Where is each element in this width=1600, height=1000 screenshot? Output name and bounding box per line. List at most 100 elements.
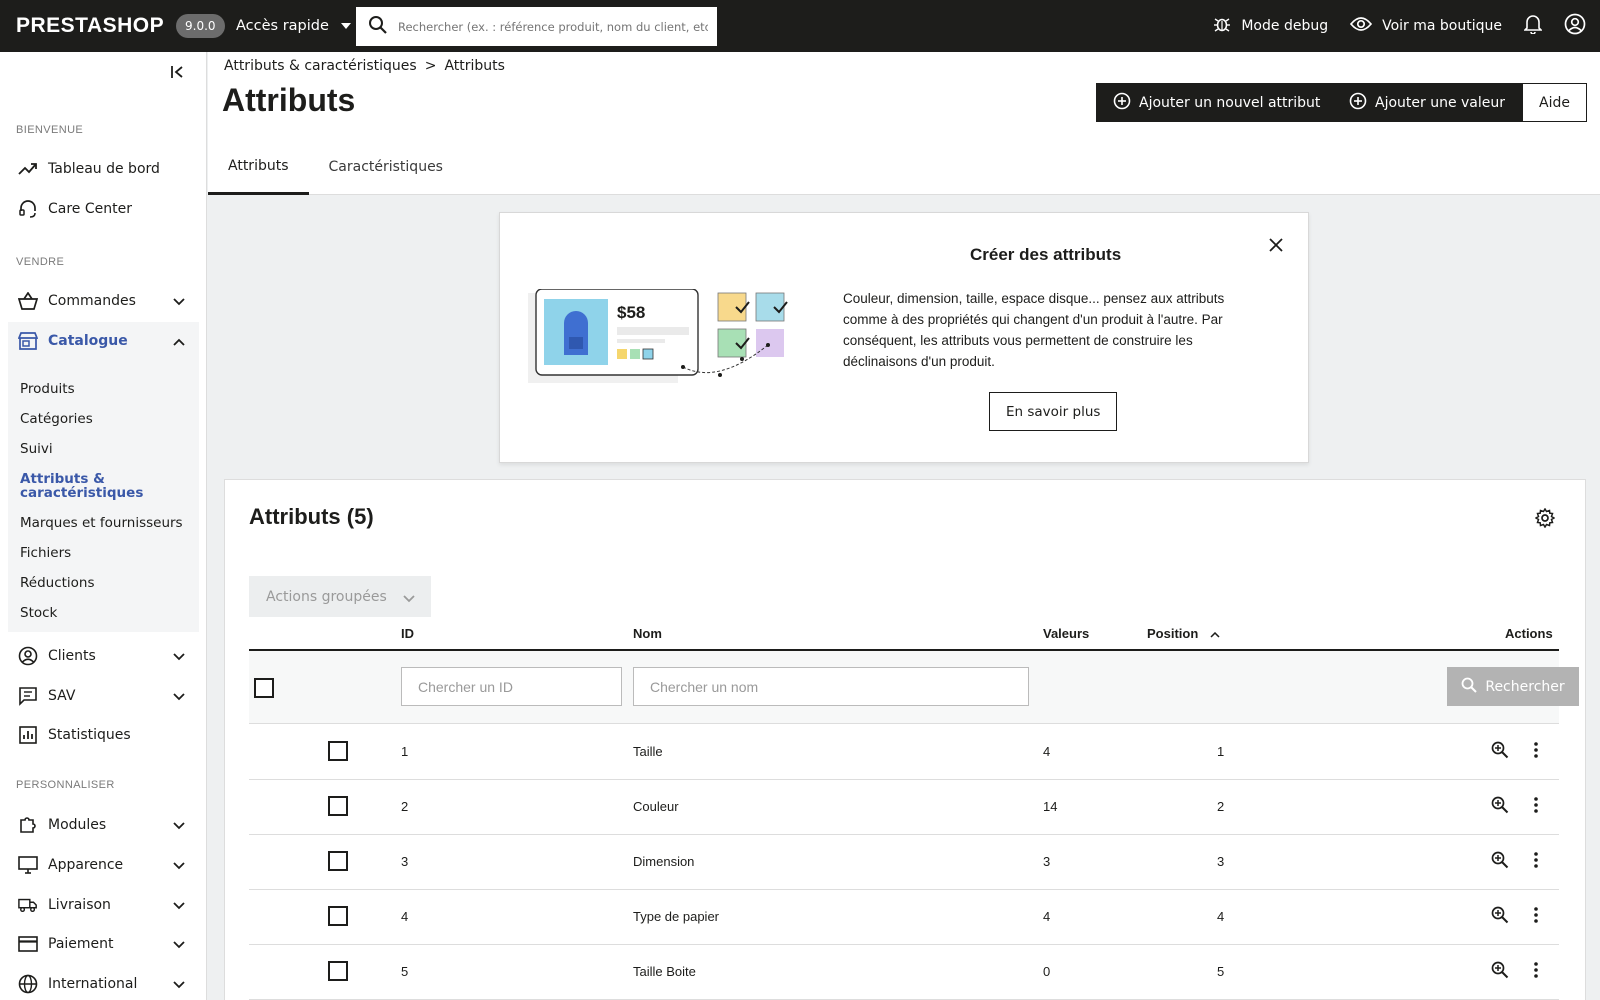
cell-name[interactable]: Taille Boite	[633, 964, 696, 979]
quick-access-dropdown[interactable]: Accès rapide	[236, 0, 351, 52]
column-id[interactable]: ID	[401, 626, 414, 641]
sidebar-item-label: International	[48, 976, 138, 992]
version-badge: 9.0.0	[176, 14, 225, 38]
view-shop-link[interactable]: Voir ma boutique	[1349, 16, 1502, 36]
row-checkbox[interactable]	[328, 741, 348, 761]
table-row[interactable]: 5 Taille Boite 0 5	[249, 945, 1559, 1000]
cell-name[interactable]: Couleur	[633, 799, 679, 814]
sidebar-sub-attributes[interactable]: Attributs & caractéristiques	[20, 472, 180, 500]
cell-name[interactable]: Type de papier	[633, 909, 719, 924]
cell-name[interactable]: Dimension	[633, 854, 694, 869]
caret-down-icon	[340, 23, 351, 29]
sidebar-item-label: Catalogue	[48, 333, 128, 349]
sidebar-item-dashboard[interactable]: Tableau de bord	[8, 151, 199, 187]
tab-features[interactable]: Caractéristiques	[309, 139, 463, 195]
sidebar-item-international[interactable]: International	[8, 966, 199, 1000]
sidebar-item-label: Statistiques	[48, 727, 131, 743]
sidebar-item-label: Tableau de bord	[48, 161, 160, 177]
section-sell: VENDRE	[16, 256, 65, 268]
table-row[interactable]: 4 Type de papier 4 4	[249, 890, 1559, 945]
globe-icon	[18, 974, 38, 994]
filter-name-input[interactable]	[633, 667, 1029, 706]
account-button[interactable]	[1564, 13, 1586, 39]
table-row[interactable]: 1 Taille 4 1	[249, 725, 1559, 780]
sidebar-item-appearance[interactable]: Apparence	[8, 847, 199, 883]
row-checkbox[interactable]	[328, 851, 348, 871]
table-row[interactable]: 3 Dimension 3 3	[249, 835, 1559, 890]
page-header: Attributs & caractéristiques > Attributs A…	[208, 52, 1600, 195]
sidebar-item-label: Care Center	[48, 201, 132, 217]
zoom-in-icon[interactable]	[1491, 961, 1509, 983]
row-checkbox[interactable]	[328, 961, 348, 981]
more-options-icon[interactable]	[1533, 961, 1539, 983]
filter-id-input[interactable]	[401, 667, 622, 706]
breadcrumb-item[interactable]: Attributs & caractéristiques	[224, 58, 417, 74]
column-values[interactable]: Valeurs	[1043, 626, 1089, 641]
column-name[interactable]: Nom	[633, 626, 662, 641]
row-checkbox[interactable]	[328, 796, 348, 816]
sidebar-item-clients[interactable]: Clients	[8, 638, 199, 674]
zoom-in-icon[interactable]	[1491, 796, 1509, 818]
attributes-illustration: $58	[528, 288, 798, 393]
zoom-in-icon[interactable]	[1491, 851, 1509, 873]
prestashop-logo[interactable]: PRESTASHOP	[16, 14, 164, 38]
sidebar-item-label: Commandes	[48, 293, 136, 309]
sidebar-sub-categories[interactable]: Catégories	[20, 411, 93, 427]
cell-values: 4	[1043, 744, 1051, 759]
sidebar-item-orders[interactable]: Commandes	[8, 283, 199, 319]
sidebar-item-stats[interactable]: Statistiques	[8, 717, 199, 753]
truck-icon	[18, 895, 38, 915]
tab-attributes[interactable]: Attributs	[208, 139, 309, 195]
sidebar-item-sav[interactable]: SAV	[8, 678, 199, 714]
sidebar-item-shipping[interactable]: Livraison	[8, 887, 199, 923]
section-welcome: BIENVENUE	[16, 124, 84, 136]
chevron-down-icon	[403, 591, 415, 607]
gear-icon[interactable]	[1534, 507, 1556, 532]
row-checkbox[interactable]	[328, 906, 348, 926]
chat-icon	[18, 686, 38, 706]
cell-values: 3	[1043, 854, 1051, 869]
sidebar-sub-stock[interactable]: Stock	[20, 605, 57, 621]
table-row[interactable]: 2 Couleur 14 2	[249, 780, 1559, 835]
cell-id: 1	[401, 744, 409, 759]
select-all-checkbox[interactable]	[254, 678, 274, 698]
bulk-actions-label: Actions groupées	[266, 588, 387, 605]
cell-name[interactable]: Taille	[633, 744, 663, 759]
column-actions: Actions	[1505, 626, 1553, 641]
sidebar-item-label: Apparence	[48, 857, 124, 873]
sidebar-sub-files[interactable]: Fichiers	[20, 545, 71, 561]
bulk-actions-button[interactable]: Actions groupées	[249, 576, 431, 617]
more-options-icon[interactable]	[1533, 741, 1539, 763]
sidebar-item-care-center[interactable]: Care Center	[8, 191, 199, 227]
topbar-right: Mode debug Voir ma boutique	[1213, 0, 1600, 52]
add-value-button[interactable]: Ajouter une valeur	[1332, 83, 1523, 122]
zoom-in-icon[interactable]	[1491, 906, 1509, 928]
monitor-icon	[18, 855, 38, 875]
sidebar-sub-tracking[interactable]: Suivi	[20, 441, 53, 457]
column-position[interactable]: Position	[1147, 626, 1220, 641]
notifications-button[interactable]	[1523, 14, 1543, 38]
global-search-input[interactable]	[398, 19, 708, 34]
sidebar-sub-products[interactable]: Produits	[20, 381, 75, 397]
more-options-icon[interactable]	[1533, 906, 1539, 928]
sidebar-sub-brands[interactable]: Marques et fournisseurs	[20, 515, 183, 531]
collapse-sidebar-icon[interactable]	[170, 64, 186, 84]
search-button[interactable]: Rechercher	[1447, 667, 1579, 706]
sidebar-item-catalog[interactable]: Catalogue	[8, 323, 199, 359]
sidebar-sub-discounts[interactable]: Réductions	[20, 575, 95, 591]
cell-id: 5	[401, 964, 409, 979]
debug-mode-link[interactable]: Mode debug	[1213, 15, 1328, 37]
more-options-icon[interactable]	[1533, 796, 1539, 818]
headset-icon	[18, 199, 38, 219]
trending-icon	[18, 159, 38, 179]
sidebar-item-modules[interactable]: Modules	[8, 807, 199, 843]
help-button[interactable]: Aide	[1522, 83, 1587, 122]
add-attribute-button[interactable]: Ajouter un nouvel attribut	[1096, 83, 1338, 122]
close-icon[interactable]	[1268, 237, 1284, 257]
learn-more-button[interactable]: En savoir plus	[989, 392, 1118, 431]
more-options-icon[interactable]	[1533, 851, 1539, 873]
create-attributes-banner: $58 Créer des attributs Couleur, dimensi…	[499, 212, 1309, 463]
zoom-in-icon[interactable]	[1491, 741, 1509, 763]
eye-icon	[1349, 16, 1373, 36]
sidebar-item-payment[interactable]: Paiement	[8, 926, 199, 962]
